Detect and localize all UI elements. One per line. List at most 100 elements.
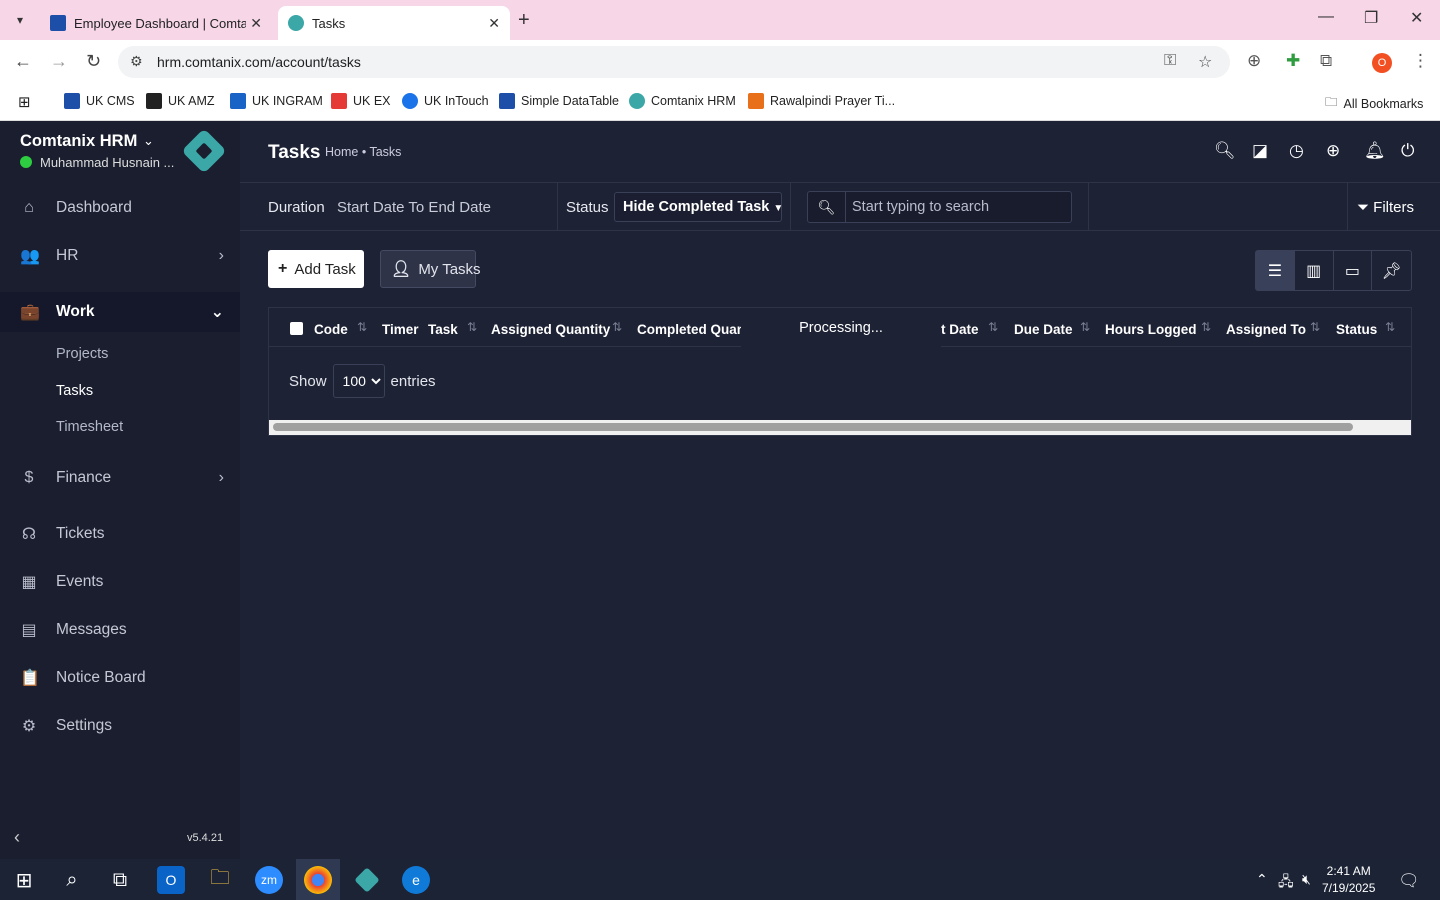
back-icon[interactable]: ← (14, 51, 32, 72)
sticky-note-icon[interactable]: ◪ (1252, 141, 1268, 161)
close-icon[interactable]: ✕ (488, 15, 500, 32)
notification-icon[interactable]: 🗨 (1398, 871, 1420, 891)
column-timer[interactable]: Timer (382, 322, 419, 337)
horizontal-scrollbar[interactable] (269, 420, 1411, 435)
calendar-view-icon[interactable]: ▭ (1334, 251, 1373, 290)
column-status[interactable]: Status (1336, 322, 1377, 337)
status-select[interactable]: Hide Completed Task ▼ (614, 192, 783, 222)
column-assigned-to[interactable]: Assigned To (1226, 322, 1306, 337)
outlook-icon[interactable]: O (157, 866, 185, 894)
sort-icon[interactable]: ⇅ (1201, 320, 1211, 334)
system-clock[interactable]: 2:41 AM 7/19/2025 (1322, 863, 1375, 897)
tab-tasks[interactable]: Tasks ✕ (278, 6, 510, 40)
sort-icon[interactable]: ⇅ (612, 320, 622, 334)
translate-icon[interactable]: ⊕ (1247, 51, 1261, 71)
comtanix-app-icon[interactable] (353, 866, 381, 894)
all-bookmarks[interactable]: 🗀 All Bookmarks (1325, 93, 1423, 114)
zoom-icon[interactable]: zm (255, 866, 283, 894)
url-text[interactable]: hrm.comtanix.com/account/tasks (157, 54, 361, 70)
reload-icon[interactable]: ↻ (86, 51, 101, 72)
bookmark-simple-datatable[interactable]: Simple DataTable (499, 93, 619, 109)
sidebar-item-settings[interactable]: ⚙ Settings (0, 706, 240, 746)
volume-muted-icon[interactable]: 🔇︎ (1302, 871, 1311, 888)
bookmark-rawalpindi-prayer[interactable]: Rawalpindi Prayer Ti... (748, 93, 895, 109)
edge-icon[interactable]: e (402, 866, 430, 894)
scrollbar-thumb[interactable] (273, 423, 1353, 431)
pin-icon[interactable]: 📌︎ (1372, 251, 1411, 290)
bookmark-uk-cms[interactable]: UK CMS (64, 93, 135, 109)
list-view-icon[interactable]: ☰ (1256, 251, 1295, 290)
omnibox[interactable]: ⚙ hrm.comtanix.com/account/tasks ⚿ ☆ (118, 46, 1230, 78)
tab-search-icon[interactable]: ▾ (8, 8, 32, 32)
site-info-icon[interactable]: ⚙ (130, 53, 143, 70)
add-circle-icon[interactable]: ⊕ (1326, 141, 1340, 161)
bookmark-uk-ex[interactable]: UK EX (331, 93, 391, 109)
kanban-view-icon[interactable]: ▥ (1295, 251, 1334, 290)
sidebar-item-finance[interactable]: $ Finance › (0, 458, 240, 498)
windows-start-icon[interactable]: ⊞ (10, 866, 38, 894)
minimize-icon[interactable]: — (1318, 8, 1334, 26)
column-due-date[interactable]: Due Date (1014, 322, 1073, 337)
sort-icon[interactable]: ⇅ (988, 320, 998, 334)
sidebar-subitem-tasks[interactable]: Tasks (56, 383, 93, 399)
filters-button[interactable]: ⏷ Filters (1357, 199, 1414, 216)
task-view-icon[interactable]: ⧉ (106, 866, 134, 894)
sort-icon[interactable]: ⇅ (1080, 320, 1090, 334)
duration-date-range[interactable]: Start Date To End Date (337, 199, 491, 216)
search-input[interactable] (846, 192, 1071, 222)
password-key-icon[interactable]: ⚿ (1164, 52, 1176, 70)
new-tab-button[interactable]: + (518, 9, 530, 32)
collapse-sidebar-icon[interactable]: ‹ (14, 827, 20, 848)
sort-icon[interactable]: ⇅ (357, 320, 367, 334)
chevron-up-icon[interactable]: ⌃ (1256, 871, 1268, 888)
search-icon[interactable]: ⌕ (58, 866, 86, 894)
forward-icon[interactable]: → (50, 51, 68, 72)
sidebar-item-events[interactable]: ▦ Events (0, 562, 240, 602)
column-code[interactable]: Code (314, 322, 348, 337)
bell-icon[interactable]: 🔔︎ (1364, 141, 1386, 161)
bookmark-comtanix-hrm[interactable]: Comtanix HRM (629, 93, 736, 109)
select-all-checkbox[interactable] (290, 322, 303, 335)
power-icon[interactable]: ⏻ (1401, 141, 1414, 161)
sidebar-subitem-timesheet[interactable]: Timesheet (56, 419, 123, 435)
file-explorer-icon[interactable]: 🗀 (206, 866, 234, 894)
close-icon[interactable]: ✕ (250, 15, 262, 32)
more-menu-icon[interactable]: ⋮ (1412, 51, 1429, 71)
my-tasks-button[interactable]: 👤︎ My Tasks (380, 250, 481, 288)
sidebar-item-notice-board[interactable]: 📋 Notice Board (0, 658, 240, 698)
sidebar-item-hr[interactable]: 👥 HR › (0, 236, 240, 276)
search-icon[interactable]: 🔍︎ (1214, 141, 1236, 161)
profile-avatar[interactable]: O (1372, 53, 1392, 73)
bookmark-uk-ingram[interactable]: UK INGRAM (230, 93, 323, 109)
sidebar-item-messages[interactable]: ▤ Messages (0, 610, 240, 650)
star-icon[interactable]: ☆ (1198, 52, 1212, 72)
extension-plus-icon[interactable]: ✚ (1286, 51, 1300, 71)
sort-icon[interactable]: ⇅ (1310, 320, 1320, 334)
column-start-date[interactable]: t Date (941, 322, 979, 337)
sidebar-item-tickets[interactable]: ☊ Tickets (0, 514, 240, 554)
sidebar-item-work[interactable]: 💼 Work ⌄ (0, 292, 240, 332)
tab-employee-dashboard[interactable]: Employee Dashboard | Comtanix ✕ (40, 6, 272, 40)
restore-icon[interactable]: ❐ (1364, 8, 1378, 28)
column-task[interactable]: Task (428, 322, 458, 337)
breadcrumb[interactable]: Home • Tasks (325, 145, 401, 159)
window-close-icon[interactable]: ✕ (1410, 8, 1423, 28)
extensions-puzzle-icon[interactable]: ⧉ (1320, 51, 1332, 71)
bookmark-uk-amz[interactable]: UK AMZ (146, 93, 215, 109)
sort-icon[interactable]: ⇅ (467, 320, 477, 334)
sidebar-item-dashboard[interactable]: ⌂ Dashboard (0, 188, 240, 228)
clock-icon[interactable]: ◷ (1289, 141, 1304, 161)
column-hours-logged[interactable]: Hours Logged (1105, 322, 1197, 337)
entries-select[interactable]: 100 (332, 364, 385, 398)
column-assigned-quantity[interactable]: Assigned Quantity (491, 322, 610, 337)
sidebar-subitem-projects[interactable]: Projects (56, 346, 108, 362)
chevron-down-icon[interactable]: ⌄ (143, 133, 154, 149)
sort-icon[interactable]: ⇅ (1385, 320, 1395, 334)
apps-grid-icon[interactable]: ⊞ (18, 93, 31, 111)
brand-name[interactable]: Comtanix HRM (20, 132, 137, 151)
bookmark-uk-intouch[interactable]: UK InTouch (402, 93, 489, 109)
chrome-icon[interactable] (304, 866, 332, 894)
network-icon[interactable]: 🖧 (1278, 871, 1294, 895)
add-task-button[interactable]: + Add Task (268, 250, 364, 288)
column-completed-quantity[interactable]: Completed Quan (637, 322, 745, 337)
